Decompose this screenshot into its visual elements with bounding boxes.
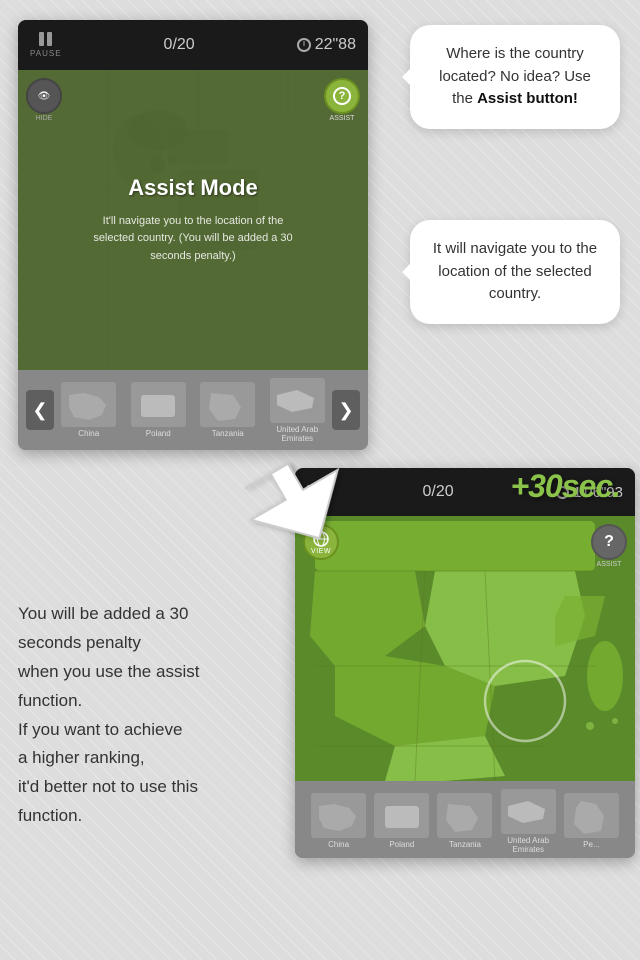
hide-button[interactable]: 👁 — [26, 78, 62, 114]
peru-shape-b — [564, 793, 619, 838]
instruction-line3: when you use the assist — [18, 662, 199, 681]
strip-nav-left[interactable]: ❮ — [26, 390, 54, 430]
china-shape-b — [311, 793, 366, 838]
country-items-top: China Poland Tanzania Unit — [54, 378, 332, 443]
instruction-line8: function. — [18, 806, 82, 825]
instruction-line7: it'd better not to use this — [18, 777, 198, 796]
instruction-text-section: You will be added a 30 seconds penalty w… — [18, 600, 283, 831]
tanzania-shape-b — [437, 793, 492, 838]
speech-bubble-2: It will navigate you to the location of … — [410, 220, 620, 324]
instruction-line2: seconds penalty — [18, 633, 141, 652]
assist-button-bottom[interactable]: ? ASSIST — [591, 524, 627, 568]
strip-nav-right[interactable]: ❯ — [332, 390, 360, 430]
timer-value-top: 22"88 — [315, 36, 356, 54]
peru-name-b: Pe... — [583, 840, 599, 849]
question-mark-icon: ? — [604, 534, 614, 550]
assist-button-area-top[interactable]: ASSIST — [324, 78, 360, 122]
country-item-peru-b[interactable]: Pe... — [564, 793, 619, 849]
bubble1-bold-text: Assist button! — [477, 90, 578, 107]
pause-label: PAUSE — [30, 49, 62, 58]
penalty-badge: +30sec. — [510, 468, 620, 505]
score-display-bottom: 0/20 — [422, 483, 453, 501]
eye-icon: 👁 — [38, 91, 51, 102]
score-display-top: 0/20 — [164, 36, 195, 54]
tanzania-shape — [200, 382, 255, 427]
assist-mode-title: Assist Mode — [128, 175, 258, 201]
poland-name: Poland — [146, 429, 171, 438]
hide-label: HIDE — [26, 115, 62, 122]
bubble2-text: It will navigate you to the location of … — [430, 238, 600, 306]
poland-shape — [131, 382, 186, 427]
country-item-poland[interactable]: Poland — [131, 382, 186, 438]
instruction-text: You will be added a 30 seconds penalty w… — [18, 600, 283, 831]
china-name: China — [78, 429, 99, 438]
assist-label-bottom: ASSIST — [591, 561, 627, 568]
uae-shape — [270, 378, 325, 423]
navigation-arrow — [240, 456, 350, 556]
poland-name-b: Poland — [389, 840, 414, 849]
china-name-b: China — [328, 840, 349, 849]
country-strip-top: ❮ China Poland Tanzania — [18, 370, 368, 450]
uae-name-b: United Arab Emirates — [501, 836, 556, 854]
bubble1-text: Where is the country located? No idea? U… — [430, 43, 600, 111]
assist-mode-overlay: Assist Mode It'll navigate you to the lo… — [18, 70, 368, 370]
assist-circle-bottom[interactable]: ? — [591, 524, 627, 560]
instruction-line5: If you want to achieve — [18, 720, 182, 739]
instruction-line4: function. — [18, 691, 82, 710]
game-header-top: PAUSE 0/20 22"88 — [18, 20, 368, 70]
country-item-uae-b[interactable]: United Arab Emirates — [501, 789, 556, 854]
assist-label-top: ASSIST — [324, 115, 360, 122]
speech-bubble-1: Where is the country located? No idea? U… — [410, 25, 620, 129]
uae-name: United Arab Emirates — [270, 425, 325, 443]
hide-button-area[interactable]: 👁 HIDE — [26, 78, 62, 122]
china-shape — [61, 382, 116, 427]
pause-bar-right — [47, 32, 52, 46]
tanzania-name: Tanzania — [212, 429, 244, 438]
instruction-line6: a higher ranking, — [18, 748, 145, 767]
pause-bar-left — [39, 32, 44, 46]
country-item-china-b[interactable]: China — [311, 793, 366, 849]
country-item-tanzania[interactable]: Tanzania — [200, 382, 255, 438]
country-item-china[interactable]: China — [61, 382, 116, 438]
timer-display-top: 22"88 — [297, 36, 356, 54]
country-item-uae[interactable]: United Arab Emirates — [270, 378, 325, 443]
uae-shape-b — [501, 789, 556, 834]
assist-mode-description: It'll navigate you to the location of th… — [83, 213, 303, 266]
country-item-tanzania-b[interactable]: Tanzania — [437, 793, 492, 849]
game-map-top: Assist Mode It'll navigate you to the lo… — [18, 70, 368, 370]
clock-icon-top — [297, 38, 311, 52]
country-item-poland-b[interactable]: Poland — [374, 793, 429, 849]
assist-button-top[interactable] — [324, 78, 360, 114]
country-strip-bottom: China Poland Tanzania United Arab Emirat… — [295, 781, 635, 858]
top-game-screenshot: PAUSE 0/20 22"88 — [18, 20, 368, 450]
poland-shape-b — [374, 793, 429, 838]
instruction-line1: You will be added a 30 — [18, 604, 188, 623]
assist-icon-top — [333, 87, 351, 105]
pause-button[interactable]: PAUSE — [30, 32, 62, 58]
tanzania-name-b: Tanzania — [449, 840, 481, 849]
